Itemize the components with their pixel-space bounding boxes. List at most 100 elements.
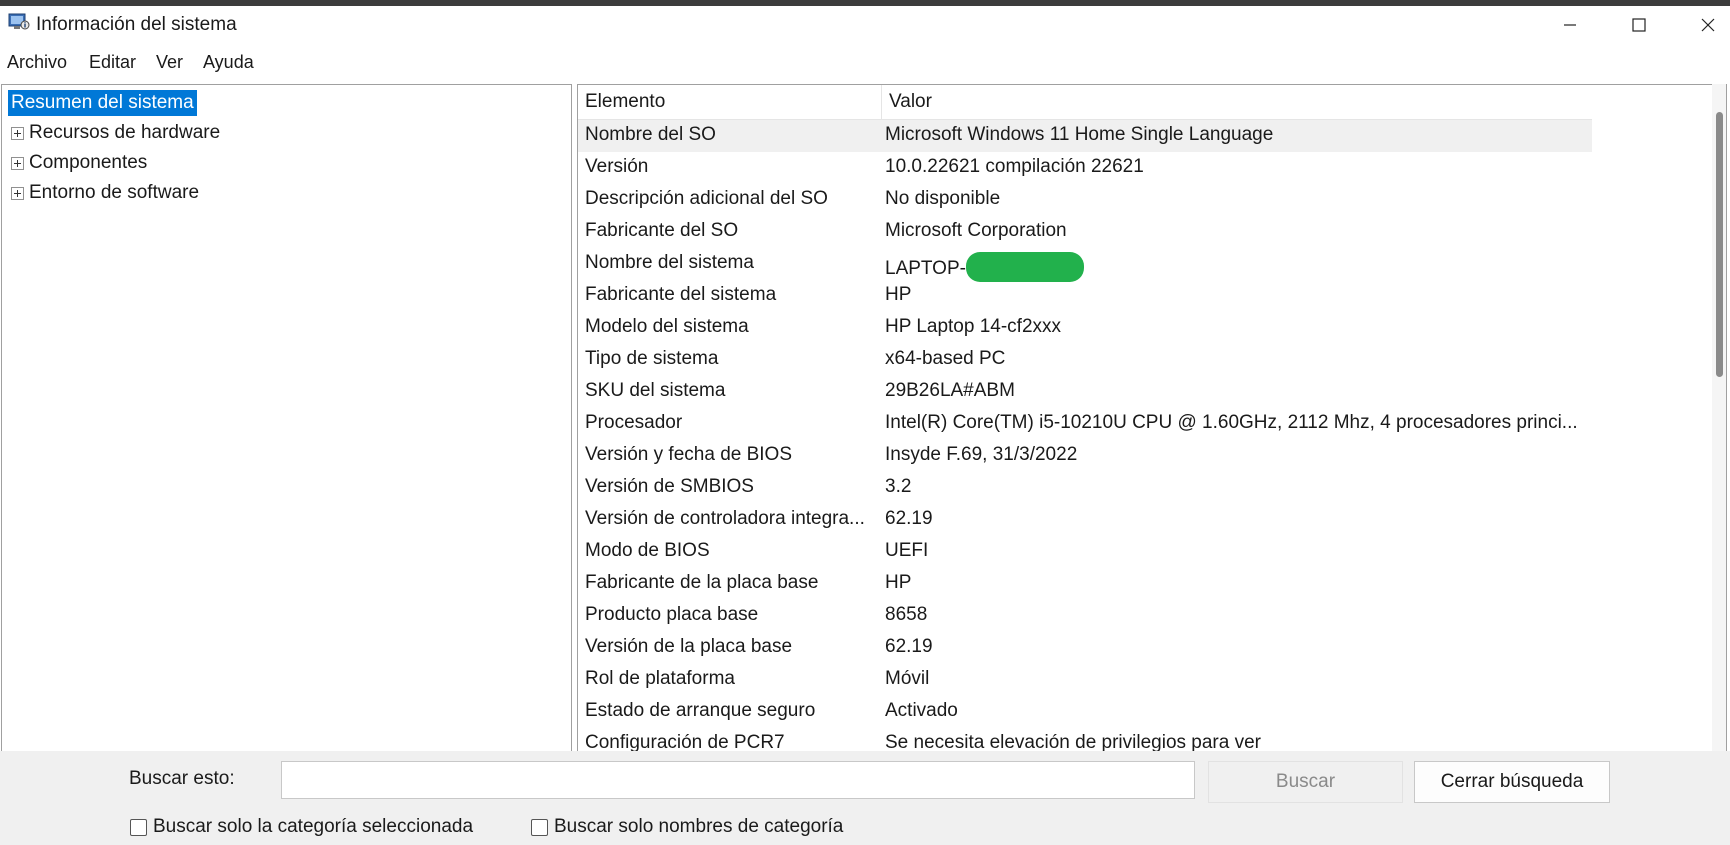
close-icon: [1701, 18, 1715, 32]
table-row[interactable]: Estado de arranque seguro Activado: [578, 696, 1592, 728]
column-header-valor[interactable]: Valor: [881, 85, 1589, 119]
row-value-with-redaction: LAPTOP-: [885, 252, 1585, 282]
row-value: 8658: [885, 604, 928, 625]
row-value: HP Laptop 14-cf2xxx: [885, 316, 1062, 337]
table-row[interactable]: Modelo del sistema HP Laptop 14-cf2xxx: [578, 312, 1592, 344]
row-element: Rol de plataforma: [585, 668, 735, 689]
row-element: Tipo de sistema: [585, 348, 719, 369]
close-button[interactable]: [1673, 6, 1730, 44]
minimize-icon: [1564, 24, 1576, 26]
tree-item-label: Componentes: [29, 152, 148, 173]
table-row[interactable]: SKU del sistema 29B26LA#ABM: [578, 376, 1592, 408]
maximize-icon: [1632, 18, 1646, 32]
table-row[interactable]: Versión de la placa base 62.19: [578, 632, 1592, 664]
search-input[interactable]: [281, 761, 1195, 799]
checkbox-label: Buscar solo nombres de categoría: [554, 816, 844, 837]
table-row[interactable]: Rol de plataforma Móvil: [578, 664, 1592, 696]
row-element: Procesador: [585, 412, 683, 433]
table-row[interactable]: Modo de BIOS UEFI: [578, 536, 1592, 568]
details-list[interactable]: Elemento Valor Nombre del SO Microsoft Wi…: [577, 84, 1727, 753]
row-element: Descripción adicional del SO: [585, 188, 828, 209]
row-value: HP: [885, 284, 912, 305]
maximize-button[interactable]: [1604, 6, 1674, 44]
menu-archivo[interactable]: Archivo: [7, 52, 67, 73]
redaction-mark: [965, 252, 1084, 282]
pane-splitter[interactable]: [572, 84, 576, 751]
row-element: Fabricante del sistema: [585, 284, 777, 305]
row-element: Versión de controladora integra...: [585, 508, 865, 529]
buscar-button[interactable]: Buscar: [1208, 761, 1403, 803]
row-element: Fabricante del SO: [585, 220, 739, 241]
search-label: Buscar esto:: [129, 768, 235, 789]
row-value: Móvil: [885, 668, 930, 689]
row-value: HP: [885, 572, 912, 593]
row-value: 3.2: [885, 476, 912, 497]
table-row[interactable]: Descripción adicional del SO No disponibl…: [578, 184, 1592, 216]
table-row[interactable]: Producto placa base 8658: [578, 600, 1592, 632]
row-element: Nombre del SO: [585, 124, 716, 145]
search-panel: Buscar esto: Buscar Cerrar búsqueda Busc…: [0, 751, 1730, 845]
expand-plus-icon[interactable]: [11, 126, 24, 140]
row-value: Microsoft Windows 11 Home Single Languag…: [885, 124, 1274, 145]
table-row[interactable]: Versión y fecha de BIOS Insyde F.69, 31/3…: [578, 440, 1592, 472]
minimize-button[interactable]: [1535, 6, 1605, 44]
menu-bar: Archivo Editar Ver Ayuda: [0, 48, 1730, 76]
scrollbar-thumb[interactable]: [1716, 112, 1723, 377]
row-value: x64-based PC: [885, 348, 1006, 369]
tree-item-entorno-de-software[interactable]: Entorno de software: [2, 179, 199, 207]
checkbox-box[interactable]: [531, 818, 548, 836]
tree-item-label: Entorno de software: [29, 182, 200, 203]
system-info-app-icon: [8, 12, 30, 32]
list-header: Elemento Valor: [578, 85, 1592, 120]
row-element: Modelo del sistema: [585, 316, 749, 337]
row-value: Activado: [885, 700, 958, 721]
menu-editar[interactable]: Editar: [89, 52, 136, 73]
category-tree[interactable]: Resumen del sistema Recursos de hardware…: [1, 84, 572, 753]
vertical-scrollbar[interactable]: [1712, 84, 1726, 751]
tree-item-recursos-de-hardware[interactable]: Recursos de hardware: [2, 119, 220, 147]
window-title: Información del sistema: [36, 14, 237, 35]
row-element: Versión de SMBIOS: [585, 476, 754, 497]
checkbox-category-names[interactable]: Buscar solo nombres de categoría: [531, 816, 843, 838]
table-row[interactable]: Tipo de sistema x64-based PC: [578, 344, 1592, 376]
row-value: No disponible: [885, 188, 1001, 209]
table-row[interactable]: Fabricante del SO Microsoft Corporation: [578, 216, 1592, 248]
table-row[interactable]: Fabricante de la placa base HP: [578, 568, 1592, 600]
row-element: SKU del sistema: [585, 380, 726, 401]
table-row[interactable]: Configuración de PCR7 Se necesita elevaci…: [578, 728, 1592, 753]
row-value: Microsoft Corporation: [885, 220, 1067, 241]
row-value: UEFI: [885, 540, 929, 561]
row-element: Modo de BIOS: [585, 540, 710, 561]
table-row[interactable]: Versión de SMBIOS 3.2: [578, 472, 1592, 504]
table-row[interactable]: Procesador Intel(R) Core(TM) i5-10210U CP…: [578, 408, 1592, 440]
table-row[interactable]: Nombre del SO Microsoft Windows 11 Home S…: [578, 120, 1592, 152]
tree-item-resumen-del-sistema[interactable]: Resumen del sistema: [8, 90, 197, 116]
expand-plus-icon[interactable]: [11, 186, 24, 200]
expand-plus-icon[interactable]: [11, 156, 24, 170]
row-value: 10.0.22621 compilación 22621: [885, 156, 1144, 177]
table-row[interactable]: Nombre del sistema LAPTOP-: [578, 248, 1592, 282]
row-value: Se necesita elevación de privilegios par…: [885, 732, 1261, 753]
row-value: 62.19: [885, 636, 933, 657]
table-row[interactable]: Fabricante del sistema HP: [578, 280, 1592, 312]
table-row[interactable]: Versión de controladora integra... 62.19: [578, 504, 1592, 536]
row-element: Nombre del sistema: [585, 252, 754, 273]
row-element: Configuración de PCR7: [585, 732, 785, 753]
row-value: LAPTOP-: [885, 258, 966, 279]
row-element: Versión: [585, 156, 649, 177]
row-value: Insyde F.69, 31/3/2022: [885, 444, 1078, 465]
column-header-elemento[interactable]: Elemento: [585, 85, 875, 119]
cerrar-busqueda-button[interactable]: Cerrar búsqueda: [1414, 761, 1610, 803]
row-element: Estado de arranque seguro: [585, 700, 816, 721]
checkbox-box[interactable]: [130, 818, 147, 836]
table-row[interactable]: Versión 10.0.22621 compilación 22621: [578, 152, 1592, 184]
checkbox-selected-category[interactable]: Buscar solo la categoría seleccionada: [130, 816, 473, 838]
tree-item-componentes[interactable]: Componentes: [2, 149, 147, 177]
row-value: 62.19: [885, 508, 933, 529]
menu-ver[interactable]: Ver: [156, 52, 183, 73]
row-value: 29B26LA#ABM: [885, 380, 1015, 401]
row-element: Fabricante de la placa base: [585, 572, 819, 593]
menu-ayuda[interactable]: Ayuda: [203, 52, 254, 73]
title-bar: Información del sistema: [0, 6, 1730, 48]
checkbox-label: Buscar solo la categoría seleccionada: [153, 816, 474, 837]
